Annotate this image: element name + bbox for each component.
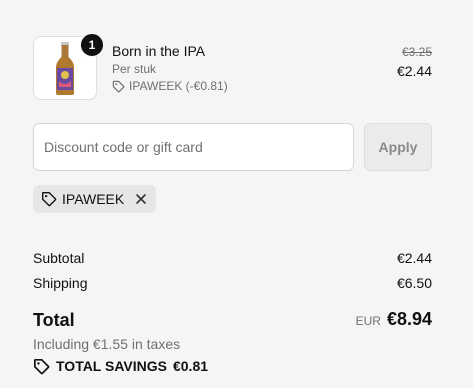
shipping-label: Shipping bbox=[33, 275, 88, 291]
currency-code: EUR bbox=[355, 314, 381, 328]
taxes-note: Including €1.55 in taxes bbox=[33, 336, 181, 352]
shipping-row: Shipping €6.50 bbox=[33, 274, 432, 292]
discounted-price: €2.44 bbox=[396, 63, 432, 79]
apply-button[interactable]: Apply bbox=[364, 123, 432, 171]
remove-discount-button[interactable] bbox=[134, 192, 148, 206]
discount-form: Apply bbox=[33, 123, 432, 171]
tag-icon bbox=[112, 80, 125, 92]
shipping-value: €6.50 bbox=[396, 275, 432, 291]
total-row: Total EUR €8.94 bbox=[33, 309, 432, 333]
applied-discount-code: IPAWEEK bbox=[62, 191, 125, 207]
product-thumbnail-wrap: 1 bbox=[33, 33, 104, 100]
subtotal-value: €2.44 bbox=[396, 250, 432, 266]
total-amount-group: EUR €8.94 bbox=[356, 309, 432, 330]
product-prices: €3.25 €2.44 bbox=[397, 44, 432, 80]
total-value: €8.94 bbox=[386, 309, 432, 329]
total-label: Total bbox=[33, 310, 75, 330]
total-savings-label: TOTAL SAVINGS bbox=[56, 358, 167, 374]
product-discount: IPAWEEK (-€0.81) bbox=[112, 78, 228, 94]
total-savings-value: €0.81 bbox=[172, 358, 209, 374]
product-unit: Per stuk bbox=[112, 62, 157, 76]
applied-discount-chip: IPAWEEK bbox=[33, 185, 157, 213]
product-discount-label: IPAWEEK (-€0.81) bbox=[129, 79, 228, 93]
subtotal-row: Subtotal €2.44 bbox=[33, 249, 432, 267]
tag-icon bbox=[33, 358, 50, 375]
order-line-item: 1 Born in the IPA Per stuk IPAWEEK (-€0.… bbox=[33, 33, 432, 102]
product-name: Born in the IPA bbox=[112, 43, 206, 59]
total-savings: TOTAL SAVINGS €0.81 bbox=[33, 357, 208, 375]
tag-icon bbox=[41, 191, 57, 207]
product-info: Born in the IPA Per stuk IPAWEEK (-€0.81… bbox=[112, 42, 228, 94]
quantity-badge: 1 bbox=[80, 33, 104, 57]
close-icon bbox=[136, 194, 147, 204]
subtotal-label: Subtotal bbox=[33, 250, 85, 266]
discount-code-input[interactable] bbox=[33, 123, 354, 171]
original-price: €3.25 bbox=[401, 45, 432, 59]
